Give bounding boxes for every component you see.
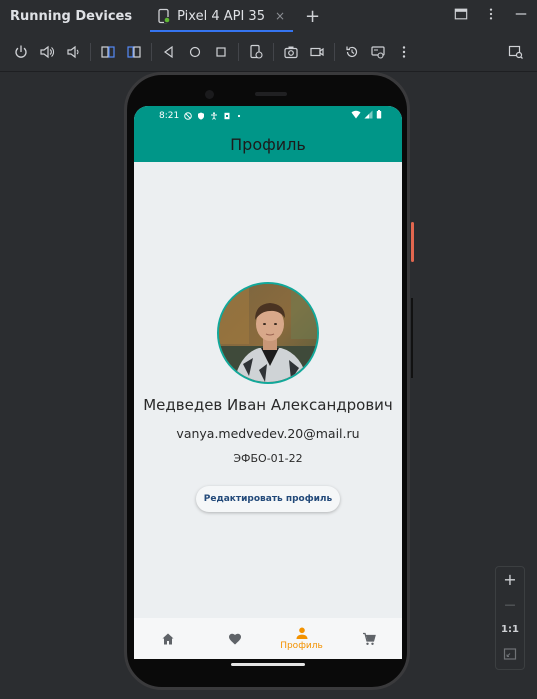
volume-down-icon[interactable] xyxy=(60,39,86,65)
nav-item-cart[interactable] xyxy=(335,618,402,659)
nav-label-profile: Профиль xyxy=(280,641,323,651)
zoom-in-button[interactable]: + xyxy=(503,571,516,588)
screenshot-icon[interactable] xyxy=(278,39,304,65)
home-button-icon[interactable] xyxy=(182,39,208,65)
profile-group: ЭФБО-01-22 xyxy=(233,452,303,465)
rotate-right-icon[interactable] xyxy=(121,39,147,65)
toolbar-separator xyxy=(151,43,152,61)
device-tab[interactable]: Pixel 4 API 35 × xyxy=(150,0,293,32)
zoom-out-button[interactable]: — xyxy=(505,597,516,613)
bottom-navigation: Профиль xyxy=(134,618,402,659)
nav-item-home[interactable] xyxy=(134,618,201,659)
back-icon[interactable] xyxy=(156,39,182,65)
zoom-fit-icon[interactable] xyxy=(503,647,517,664)
toolbar-more-icon[interactable] xyxy=(391,39,417,65)
panel-title: Running Devices xyxy=(10,8,133,24)
signal-icon xyxy=(364,110,373,119)
device-state-icon[interactable] xyxy=(243,39,269,65)
layout-inspector-icon[interactable] xyxy=(503,39,529,65)
accessibility-icon xyxy=(211,112,218,120)
tab-close-icon[interactable]: × xyxy=(275,9,285,23)
avatar xyxy=(217,282,319,384)
volume-side-button[interactable] xyxy=(411,298,413,378)
toolbar-separator xyxy=(238,43,239,61)
person-icon xyxy=(296,627,307,639)
minimize-icon[interactable] xyxy=(513,6,529,22)
app-bar: Профиль xyxy=(134,126,402,162)
title-actions xyxy=(453,6,529,22)
more-options-icon[interactable] xyxy=(483,6,499,22)
toolbar-separator xyxy=(90,43,91,61)
nav-item-profile[interactable]: Профиль xyxy=(268,618,335,659)
dnd-icon xyxy=(184,112,193,120)
zoom-controls: + — 1:1 xyxy=(495,566,525,670)
nav-item-favorites[interactable] xyxy=(201,618,268,659)
heart-icon xyxy=(228,633,241,644)
rotate-left-icon[interactable] xyxy=(95,39,121,65)
earpiece-speaker xyxy=(255,92,287,96)
shield-icon xyxy=(198,112,205,120)
power-icon[interactable] xyxy=(8,39,34,65)
wifi-icon xyxy=(351,110,361,119)
device-tab-icon xyxy=(156,8,172,24)
device-toolbar xyxy=(0,37,537,67)
profile-name: Медведев Иван Александрович xyxy=(143,396,393,414)
toolbar-separator xyxy=(273,43,274,61)
profile-photo xyxy=(219,284,317,382)
cart-icon xyxy=(362,632,376,645)
phone-screen: 8:21 Профиль Медведев Иван Александрович… xyxy=(134,106,402,659)
overview-icon[interactable] xyxy=(208,39,234,65)
dot-icon xyxy=(238,114,241,118)
gesture-navigation-bar[interactable] xyxy=(231,663,305,666)
volume-up-icon[interactable] xyxy=(34,39,60,65)
profile-email: vanya.medvedev.20@mail.ru xyxy=(176,426,360,441)
window-layout-icon[interactable] xyxy=(453,6,469,22)
add-tab-button[interactable]: + xyxy=(305,6,320,27)
zoom-actual-size-button[interactable]: 1:1 xyxy=(501,622,519,638)
toolbar-separator xyxy=(334,43,335,61)
status-time: 8:21 xyxy=(159,111,180,121)
power-side-button[interactable] xyxy=(411,222,414,262)
device-tab-label: Pixel 4 API 35 xyxy=(177,8,265,24)
battery-icon xyxy=(376,110,382,119)
edit-profile-button[interactable]: Редактировать профиль xyxy=(196,486,340,512)
sim-icon xyxy=(224,112,230,120)
snapshot-icon[interactable] xyxy=(339,39,365,65)
extended-controls-icon[interactable] xyxy=(365,39,391,65)
home-icon xyxy=(162,633,173,644)
page-title: Профиль xyxy=(230,134,306,154)
front-camera xyxy=(205,90,214,99)
status-bar: 8:21 xyxy=(134,106,402,126)
screen-record-icon[interactable] xyxy=(304,39,330,65)
ide-titlebar: Running Devices Pixel 4 API 35 × + xyxy=(0,0,537,32)
